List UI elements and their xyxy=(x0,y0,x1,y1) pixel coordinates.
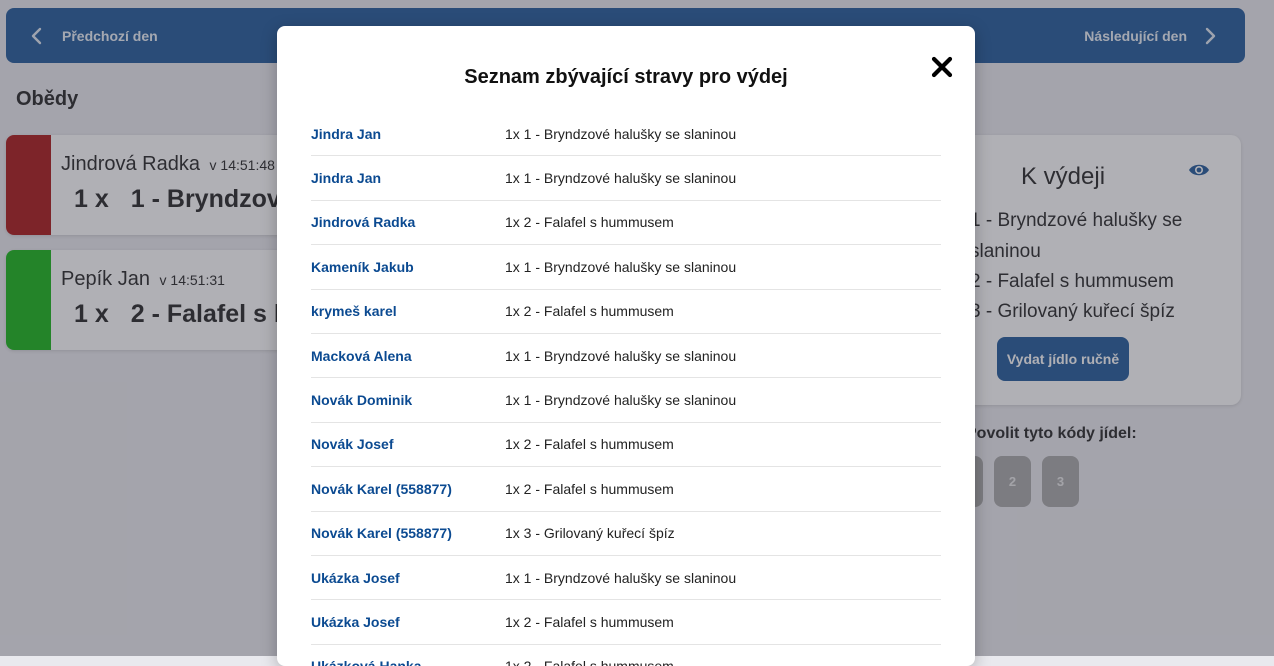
remaining-meal-text: 1x 1 - Bryndzové halušky se slaninou xyxy=(505,125,737,142)
remaining-meal-text: 1x 2 - Falafel s hummusem xyxy=(505,613,674,630)
customer-name-link[interactable]: Novák Dominik xyxy=(311,392,505,408)
remaining-meals-modal: Seznam zbývající stravy pro výdej Jindra… xyxy=(277,26,975,666)
table-row: Ukázka Josef 1x 1 - Bryndzové halušky se … xyxy=(311,556,941,601)
table-row: Novák Josef 1x 2 - Falafel s hummusem xyxy=(311,423,941,468)
customer-name-link[interactable]: Macková Alena xyxy=(311,348,505,364)
remaining-meal-text: 1x 2 - Falafel s hummusem xyxy=(505,214,674,231)
customer-name-link[interactable]: Ukázka Josef xyxy=(311,570,505,586)
remaining-meal-text: 1x 2 - Falafel s hummusem xyxy=(505,303,674,320)
table-row: Jindrová Radka 1x 2 - Falafel s hummusem xyxy=(311,201,941,246)
table-row: Macková Alena 1x 1 - Bryndzové halušky se… xyxy=(311,334,941,379)
remaining-meal-text: 1x 2 - Falafel s hummusem xyxy=(505,436,674,453)
remaining-meal-text: 1x 1 - Bryndzové halušky se slaninou xyxy=(505,347,737,364)
customer-name-link[interactable]: Jindra Jan xyxy=(311,170,505,186)
table-row: Ukázková Hanka1x 2 - Falafel s hummusem xyxy=(311,645,941,666)
table-row: krymeš karel 1x 2 - Falafel s hummusem xyxy=(311,290,941,334)
customer-name-link[interactable]: Jindra Jan xyxy=(311,126,505,142)
table-row: Novák Karel (558877) 1x 3 - Grilovaný kuř… xyxy=(311,512,941,556)
table-row: Kameník Jakub 1x 1 - Bryndzové halušky se… xyxy=(311,245,941,290)
modal-title: Seznam zbývající stravy pro výdej xyxy=(464,66,788,88)
customer-name-link[interactable]: Ukázka Josef xyxy=(311,614,505,630)
customer-name-link[interactable]: Kameník Jakub xyxy=(311,259,505,275)
remaining-meal-text: 1x 3 - Grilovaný kuřecí špíz xyxy=(505,525,675,542)
customer-name-link[interactable]: Novák Karel (558877) xyxy=(311,481,505,497)
customer-name-link[interactable]: Jindrová Radka xyxy=(311,214,505,230)
table-row: Novák Karel (558877) 1x 2 - Falafel s hum… xyxy=(311,467,941,512)
remaining-meal-text: 1x 1 - Bryndzové halušky se slaninou xyxy=(505,569,737,586)
remaining-meals-list: Jindra Jan 1x 1 - Bryndzové halušky se sl… xyxy=(311,112,941,666)
close-icon[interactable] xyxy=(929,54,955,80)
customer-name-link[interactable]: Ukázková Hanka xyxy=(311,658,505,666)
table-row: Jindra Jan 1x 1 - Bryndzové halušky se sl… xyxy=(311,112,941,157)
table-row: Jindra Jan 1x 1 - Bryndzové halušky se sl… xyxy=(311,156,941,201)
remaining-meal-text: 1x 1 - Bryndzové halušky se slaninou xyxy=(505,170,737,187)
remaining-meal-text: 1x 1 - Bryndzové halušky se slaninou xyxy=(505,258,737,275)
customer-name-link[interactable]: krymeš karel xyxy=(311,303,505,319)
customer-name-link[interactable]: Novák Karel (558877) xyxy=(311,525,505,541)
customer-name-link[interactable]: Novák Josef xyxy=(311,436,505,452)
table-row: Novák Dominik 1x 1 - Bryndzové halušky se… xyxy=(311,378,941,423)
remaining-meal-text: 1x 1 - Bryndzové halušky se slaninou xyxy=(505,392,737,409)
table-row: Ukázka Josef 1x 2 - Falafel s hummusem xyxy=(311,600,941,645)
remaining-meal-text: 1x 2 - Falafel s hummusem xyxy=(505,658,674,666)
remaining-meal-text: 1x 2 - Falafel s hummusem xyxy=(505,480,674,497)
